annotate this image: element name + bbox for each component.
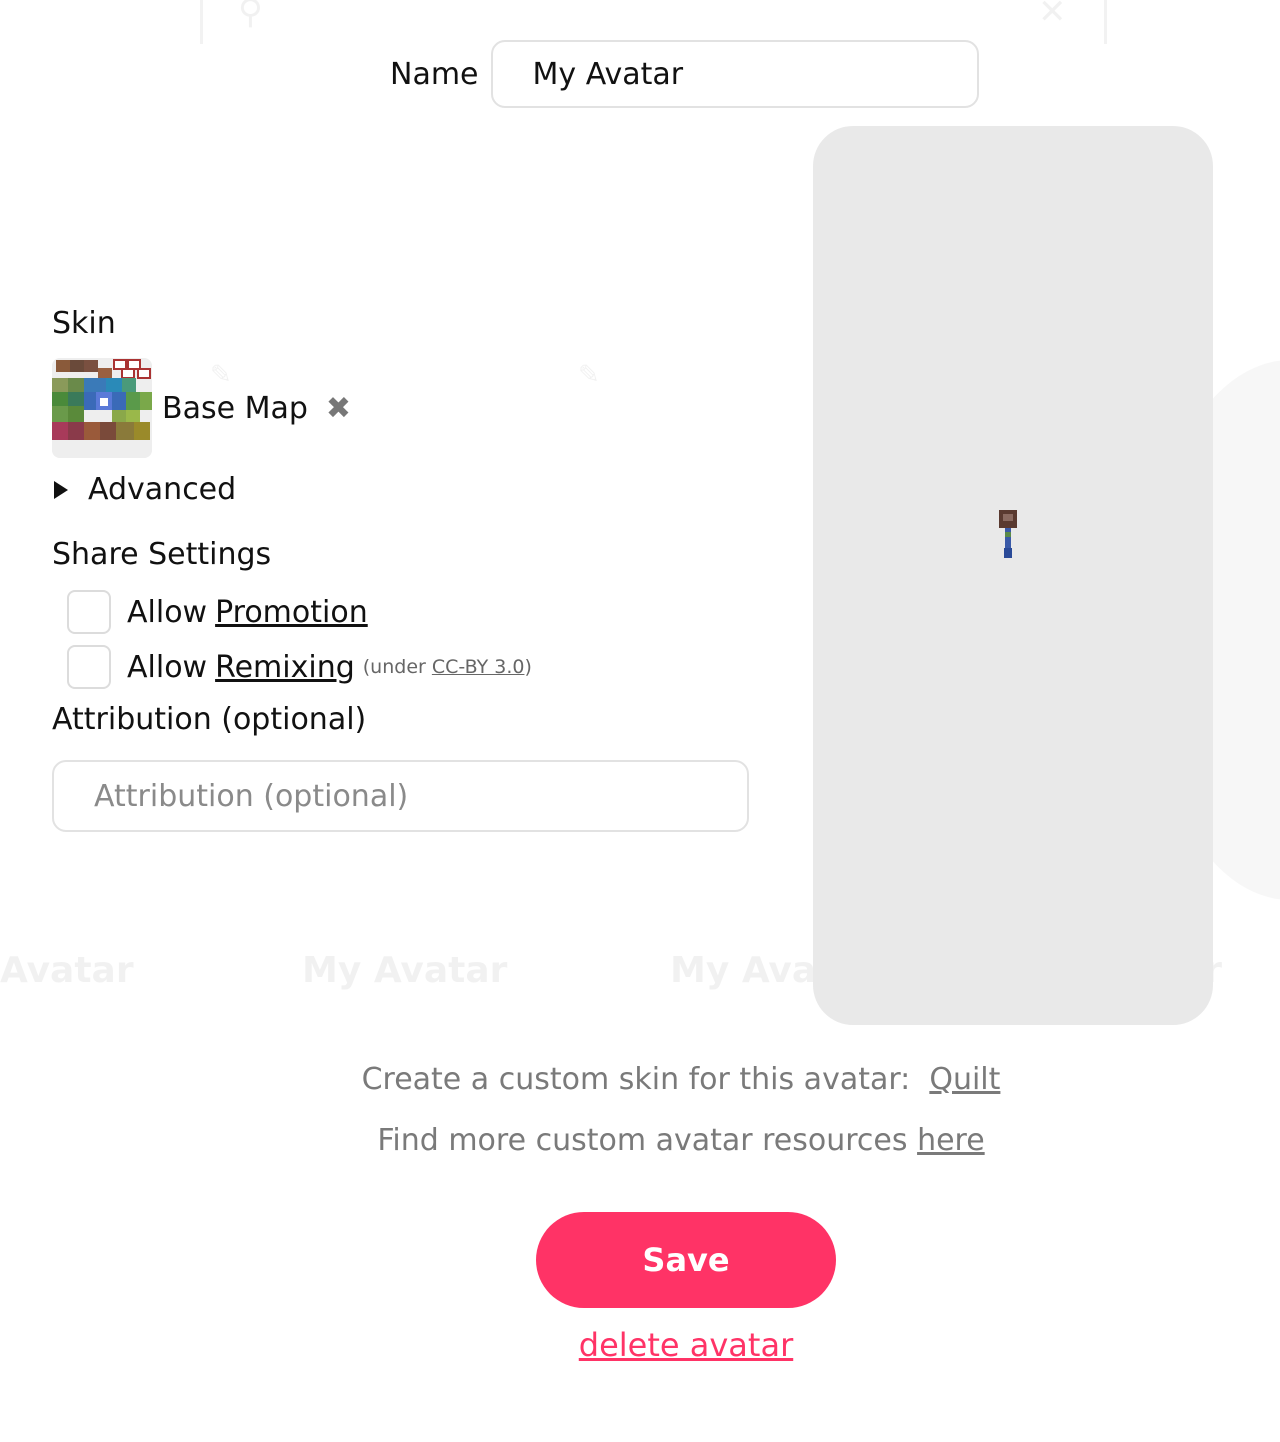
- share-settings-heading: Share Settings: [52, 537, 272, 572]
- name-row: Name: [390, 38, 979, 110]
- advanced-toggle[interactable]: Advanced: [52, 472, 236, 507]
- allow-promotion-row: Allow Promotion: [67, 590, 368, 634]
- advanced-label: Advanced: [88, 472, 237, 507]
- license-note-close: ): [524, 656, 532, 678]
- allow-remixing-row: Allow Remixing (under CC-BY 3.0): [67, 645, 532, 689]
- allow-remixing-label: Allow: [127, 649, 208, 685]
- skin-thumbnail[interactable]: [52, 358, 152, 458]
- quilt-link[interactable]: Quilt: [929, 1062, 1000, 1097]
- allow-promotion-label: Allow: [127, 594, 208, 630]
- skin-texture-icon: [52, 358, 152, 458]
- avatar-figure: [999, 510, 1017, 558]
- license-note-open: (under: [362, 656, 426, 678]
- resources-link[interactable]: here: [917, 1123, 985, 1158]
- license-link[interactable]: CC-BY 3.0: [432, 656, 525, 678]
- name-label: Name: [390, 56, 479, 92]
- background-close-icon: ✕: [1038, 0, 1067, 32]
- allow-promotion-checkbox[interactable]: [67, 590, 111, 634]
- custom-skin-text: Create a custom skin for this avatar:: [361, 1062, 911, 1097]
- resources-helper: Find more custom avatar resources here: [0, 1123, 1280, 1158]
- background-search-icon: ⚲: [238, 0, 263, 32]
- allow-remixing-checkbox[interactable]: [67, 645, 111, 689]
- promotion-link[interactable]: Promotion: [215, 595, 368, 630]
- avatar-preview[interactable]: [813, 126, 1213, 1025]
- skin-name: Base Map: [162, 390, 308, 426]
- name-input[interactable]: [490, 40, 979, 108]
- attribution-heading: Attribution (optional): [52, 702, 367, 737]
- background-edit-icon: ✎: [578, 360, 600, 390]
- background-divider: [1104, 0, 1107, 44]
- delete-avatar-link[interactable]: delete avatar: [536, 1326, 836, 1364]
- resources-text: Find more custom avatar resources: [377, 1123, 908, 1158]
- background-divider: [200, 0, 203, 44]
- background-avatar-label: My Avatar: [302, 950, 508, 991]
- skin-row: Base Map ✖: [52, 358, 351, 458]
- triangle-right-icon: [54, 480, 68, 499]
- remixing-link[interactable]: Remixing: [215, 650, 355, 685]
- close-icon[interactable]: ✖: [326, 391, 351, 426]
- background-avatar-label: My Avat: [670, 950, 834, 991]
- license-note: (under CC-BY 3.0): [363, 656, 532, 678]
- custom-skin-helper: Create a custom skin for this avatar: Qu…: [0, 1062, 1280, 1097]
- background-avatar-label: Avatar: [0, 950, 134, 991]
- skin-heading: Skin: [52, 306, 116, 341]
- attribution-input[interactable]: [52, 760, 749, 832]
- save-button[interactable]: Save: [536, 1212, 836, 1308]
